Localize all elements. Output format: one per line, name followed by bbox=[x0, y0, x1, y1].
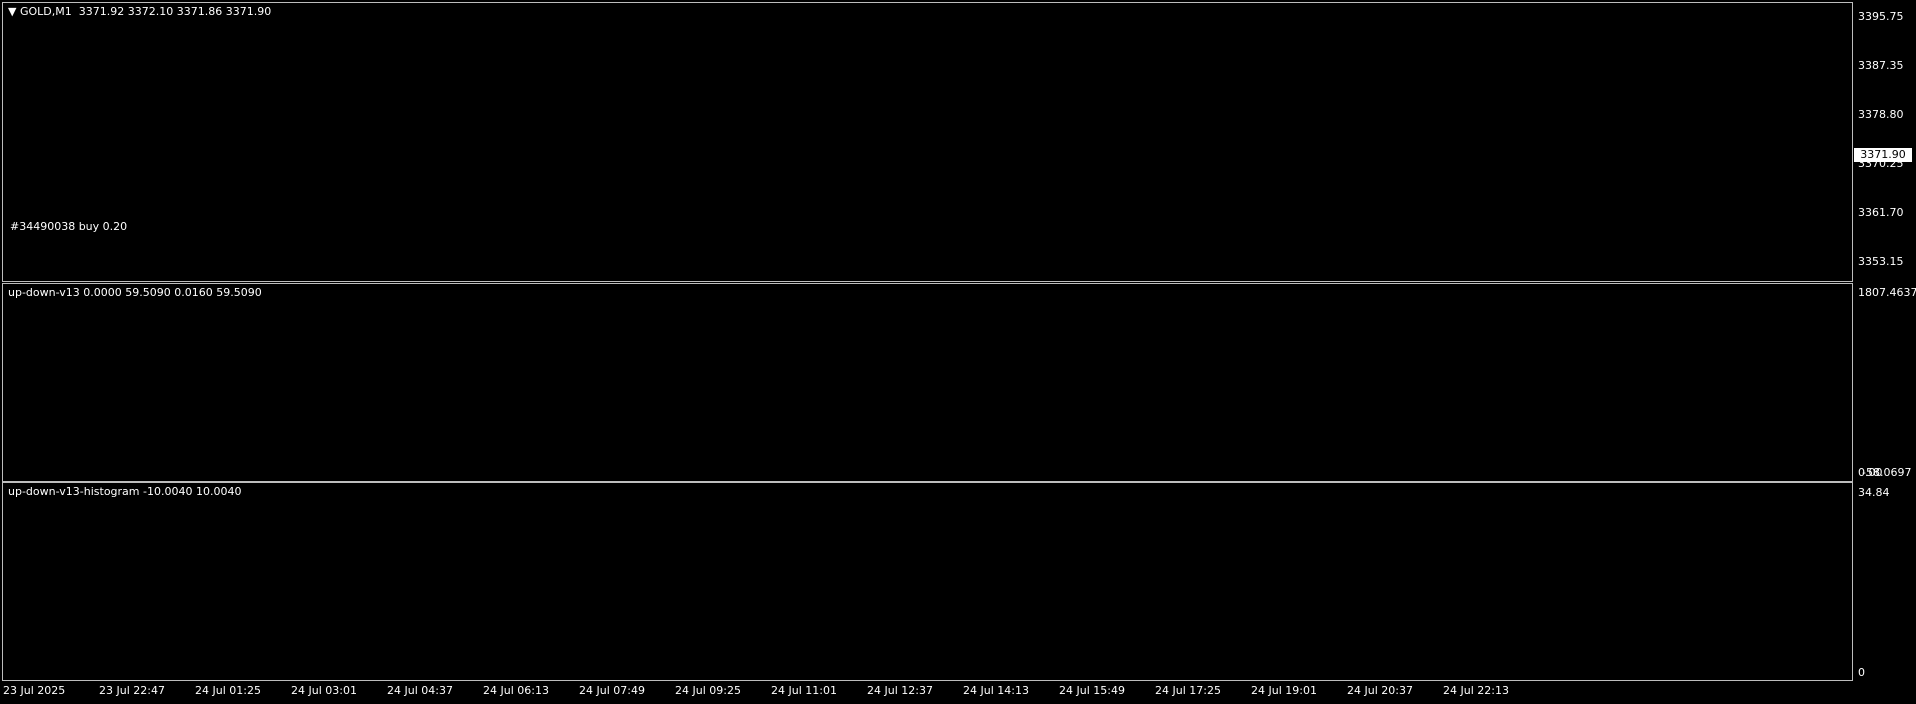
price-tick: 3395.75 bbox=[1858, 10, 1904, 23]
time-tick: 24 Jul 04:37 bbox=[387, 684, 453, 697]
time-tick: 24 Jul 14:13 bbox=[963, 684, 1029, 697]
position-label: #34490038 buy 0.20 bbox=[10, 220, 128, 233]
symbol-header: ▼ GOLD,M1 3371.92 3372.10 3371.86 3371.9… bbox=[8, 5, 271, 18]
time-tick: 24 Jul 09:25 bbox=[675, 684, 741, 697]
time-tick: 23 Jul 22:47 bbox=[99, 684, 165, 697]
time-tick: 23 Jul 2025 bbox=[3, 684, 66, 697]
histogram-tick: 34.84 bbox=[1858, 486, 1890, 499]
time-tick: 24 Jul 19:01 bbox=[1251, 684, 1317, 697]
price-chart-pane[interactable]: ▼ GOLD,M1 3371.92 3372.10 3371.86 3371.9… bbox=[2, 2, 1853, 282]
price-tick: 3353.15 bbox=[1858, 255, 1904, 268]
current-price-tag: 3371.90 bbox=[1854, 148, 1912, 162]
time-tick: 24 Jul 22:13 bbox=[1443, 684, 1509, 697]
time-tick: 24 Jul 17:25 bbox=[1155, 684, 1221, 697]
time-tick: 24 Jul 07:49 bbox=[579, 684, 645, 697]
time-tick: 24 Jul 12:37 bbox=[867, 684, 933, 697]
price-tick: 3361.70 bbox=[1858, 206, 1904, 219]
time-tick: 24 Jul 11:01 bbox=[771, 684, 837, 697]
indicator-tick: -58.0697 bbox=[1862, 466, 1912, 479]
histogram-tick: 0 bbox=[1858, 666, 1865, 679]
time-tick: 24 Jul 03:01 bbox=[291, 684, 357, 697]
ohlc-values: 3371.92 3372.10 3371.86 3371.90 bbox=[78, 5, 272, 18]
histogram-title: up-down-v13-histogram -10.0040 10.0040 bbox=[8, 485, 242, 498]
time-tick: 24 Jul 01:25 bbox=[195, 684, 261, 697]
indicator-tick: 1807.4637 bbox=[1858, 286, 1916, 299]
time-tick: 24 Jul 15:49 bbox=[1059, 684, 1125, 697]
price-tick: 3378.80 bbox=[1858, 108, 1904, 121]
indicator-title: up-down-v13 0.0000 59.5090 0.0160 59.509… bbox=[8, 286, 262, 299]
time-tick: 24 Jul 06:13 bbox=[483, 684, 549, 697]
symbol-name: GOLD,M1 bbox=[19, 5, 72, 18]
collapse-triangle-icon[interactable]: ▼ bbox=[8, 5, 20, 18]
indicator-pane[interactable]: up-down-v13 0.0000 59.5090 0.0160 59.509… bbox=[2, 283, 1853, 482]
time-tick: 24 Jul 20:37 bbox=[1347, 684, 1413, 697]
price-tick: 3387.35 bbox=[1858, 59, 1904, 72]
histogram-pane[interactable]: up-down-v13-histogram -10.0040 10.0040 bbox=[2, 482, 1853, 681]
